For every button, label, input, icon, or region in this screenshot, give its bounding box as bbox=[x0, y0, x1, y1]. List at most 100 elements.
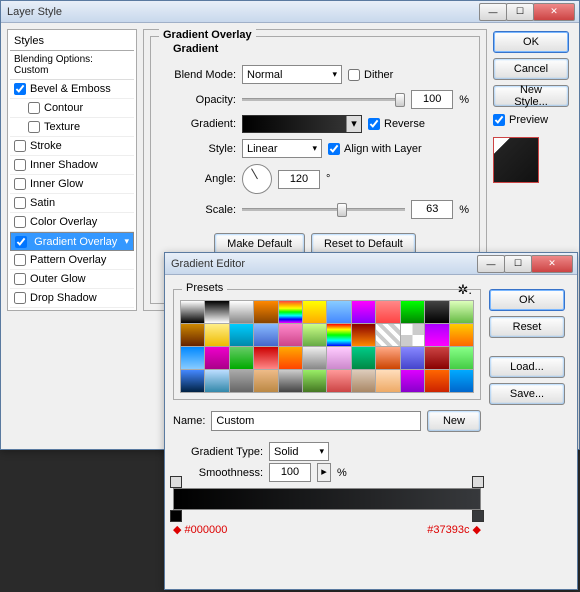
preset-swatch[interactable] bbox=[279, 347, 302, 369]
preset-swatch[interactable] bbox=[205, 301, 228, 323]
style-checkbox[interactable] bbox=[28, 102, 40, 114]
close-button[interactable]: ✕ bbox=[533, 3, 575, 21]
style-item-outer-glow[interactable]: Outer Glow bbox=[10, 270, 134, 289]
titlebar[interactable]: Layer Style — ☐ ✕ bbox=[1, 1, 579, 23]
preset-swatch[interactable] bbox=[401, 324, 424, 346]
smooth-input[interactable]: 100 bbox=[269, 463, 311, 482]
style-checkbox[interactable] bbox=[15, 236, 27, 248]
style-item-drop-shadow[interactable]: Drop Shadow bbox=[10, 289, 134, 308]
new-button[interactable]: New bbox=[427, 410, 481, 432]
preset-swatch[interactable] bbox=[230, 347, 253, 369]
minimize-button[interactable]: — bbox=[479, 3, 507, 21]
presets-menu-icon[interactable]: ✲. bbox=[457, 282, 472, 298]
preset-swatch[interactable] bbox=[303, 324, 326, 346]
preset-swatch[interactable] bbox=[450, 347, 473, 369]
preset-swatch[interactable] bbox=[327, 370, 350, 392]
preset-swatch[interactable] bbox=[352, 301, 375, 323]
preset-swatch[interactable] bbox=[303, 347, 326, 369]
opacity-stop-left[interactable] bbox=[170, 476, 182, 488]
preset-swatch[interactable] bbox=[425, 324, 448, 346]
ge-maximize-button[interactable]: ☐ bbox=[504, 255, 532, 273]
preset-swatch[interactable] bbox=[279, 324, 302, 346]
styles-header[interactable]: Styles bbox=[10, 32, 134, 51]
style-select[interactable]: Linear bbox=[242, 139, 322, 158]
style-item-inner-glow[interactable]: Inner Glow bbox=[10, 175, 134, 194]
preset-swatch[interactable] bbox=[425, 347, 448, 369]
style-checkbox[interactable] bbox=[14, 140, 26, 152]
preset-swatch[interactable] bbox=[205, 347, 228, 369]
preset-swatch[interactable] bbox=[450, 301, 473, 323]
scale-slider[interactable] bbox=[242, 202, 405, 218]
style-checkbox[interactable] bbox=[14, 292, 26, 304]
blending-options[interactable]: Blending Options: Custom bbox=[10, 51, 134, 80]
preset-swatch[interactable] bbox=[254, 347, 277, 369]
style-checkbox[interactable] bbox=[14, 273, 26, 285]
angle-input[interactable]: 120 bbox=[278, 170, 320, 189]
preset-swatch[interactable] bbox=[327, 347, 350, 369]
style-checkbox[interactable] bbox=[14, 159, 26, 171]
preset-swatch[interactable] bbox=[425, 370, 448, 392]
angle-dial[interactable] bbox=[242, 164, 272, 194]
preset-swatch[interactable] bbox=[327, 324, 350, 346]
color-stop-left[interactable] bbox=[170, 510, 182, 522]
preset-swatch[interactable] bbox=[327, 301, 350, 323]
style-checkbox[interactable] bbox=[14, 254, 26, 266]
preset-swatch[interactable] bbox=[376, 347, 399, 369]
preset-swatch[interactable] bbox=[352, 370, 375, 392]
preview-checkbox[interactable] bbox=[493, 114, 505, 126]
opacity-slider[interactable] bbox=[242, 92, 405, 108]
dither-checkbox[interactable] bbox=[348, 69, 360, 81]
style-item-gradient-overlay[interactable]: Gradient Overlay bbox=[10, 232, 134, 251]
opacity-stop-right[interactable] bbox=[472, 476, 484, 488]
preset-swatch[interactable] bbox=[376, 370, 399, 392]
preset-swatch[interactable] bbox=[230, 324, 253, 346]
ge-titlebar[interactable]: Gradient Editor — ☐ ✕ bbox=[165, 253, 577, 275]
ge-close-button[interactable]: ✕ bbox=[531, 255, 573, 273]
ge-minimize-button[interactable]: — bbox=[477, 255, 505, 273]
gtype-select[interactable]: Solid bbox=[269, 442, 329, 461]
preset-swatch[interactable] bbox=[401, 370, 424, 392]
preset-swatch[interactable] bbox=[230, 370, 253, 392]
preset-swatch[interactable] bbox=[205, 324, 228, 346]
preset-swatch[interactable] bbox=[230, 301, 253, 323]
preset-swatch[interactable] bbox=[352, 347, 375, 369]
color-stop-right[interactable] bbox=[472, 510, 484, 522]
align-checkbox[interactable] bbox=[328, 143, 340, 155]
preset-swatch[interactable] bbox=[450, 370, 473, 392]
smooth-flyout-icon[interactable]: ▸ bbox=[317, 463, 331, 482]
style-item-color-overlay[interactable]: Color Overlay bbox=[10, 213, 134, 232]
preset-swatch[interactable] bbox=[279, 301, 302, 323]
preset-swatch[interactable] bbox=[254, 301, 277, 323]
preset-swatch[interactable] bbox=[181, 370, 204, 392]
preset-swatch[interactable] bbox=[352, 324, 375, 346]
scale-input[interactable]: 63 bbox=[411, 200, 453, 219]
reverse-checkbox[interactable] bbox=[368, 118, 380, 130]
style-item-satin[interactable]: Satin bbox=[10, 194, 134, 213]
style-checkbox[interactable] bbox=[14, 83, 26, 95]
style-checkbox[interactable] bbox=[28, 121, 40, 133]
ge-save-button[interactable]: Save... bbox=[489, 383, 565, 405]
new-style-button[interactable]: New Style... bbox=[493, 85, 569, 107]
opacity-input[interactable]: 100 bbox=[411, 90, 453, 109]
cancel-button[interactable]: Cancel bbox=[493, 58, 569, 80]
style-checkbox[interactable] bbox=[14, 216, 26, 228]
blendmode-select[interactable]: Normal bbox=[242, 65, 342, 84]
ge-load-button[interactable]: Load... bbox=[489, 356, 565, 378]
preset-swatch[interactable] bbox=[181, 347, 204, 369]
preset-swatch[interactable] bbox=[254, 324, 277, 346]
gradient-bar[interactable] bbox=[173, 488, 481, 510]
preset-swatch[interactable] bbox=[205, 370, 228, 392]
preset-swatch[interactable] bbox=[401, 347, 424, 369]
preset-swatch[interactable] bbox=[303, 370, 326, 392]
style-item-pattern-overlay[interactable]: Pattern Overlay bbox=[10, 251, 134, 270]
preset-swatch[interactable] bbox=[279, 370, 302, 392]
preset-swatch[interactable] bbox=[181, 301, 204, 323]
gradient-picker[interactable] bbox=[242, 115, 362, 133]
preset-swatch[interactable] bbox=[376, 324, 399, 346]
style-item-contour[interactable]: Contour bbox=[10, 99, 134, 118]
ge-reset-button[interactable]: Reset bbox=[489, 316, 565, 338]
style-item-texture[interactable]: Texture bbox=[10, 118, 134, 137]
style-checkbox[interactable] bbox=[14, 178, 26, 190]
preset-swatch[interactable] bbox=[450, 324, 473, 346]
ok-button[interactable]: OK bbox=[493, 31, 569, 53]
